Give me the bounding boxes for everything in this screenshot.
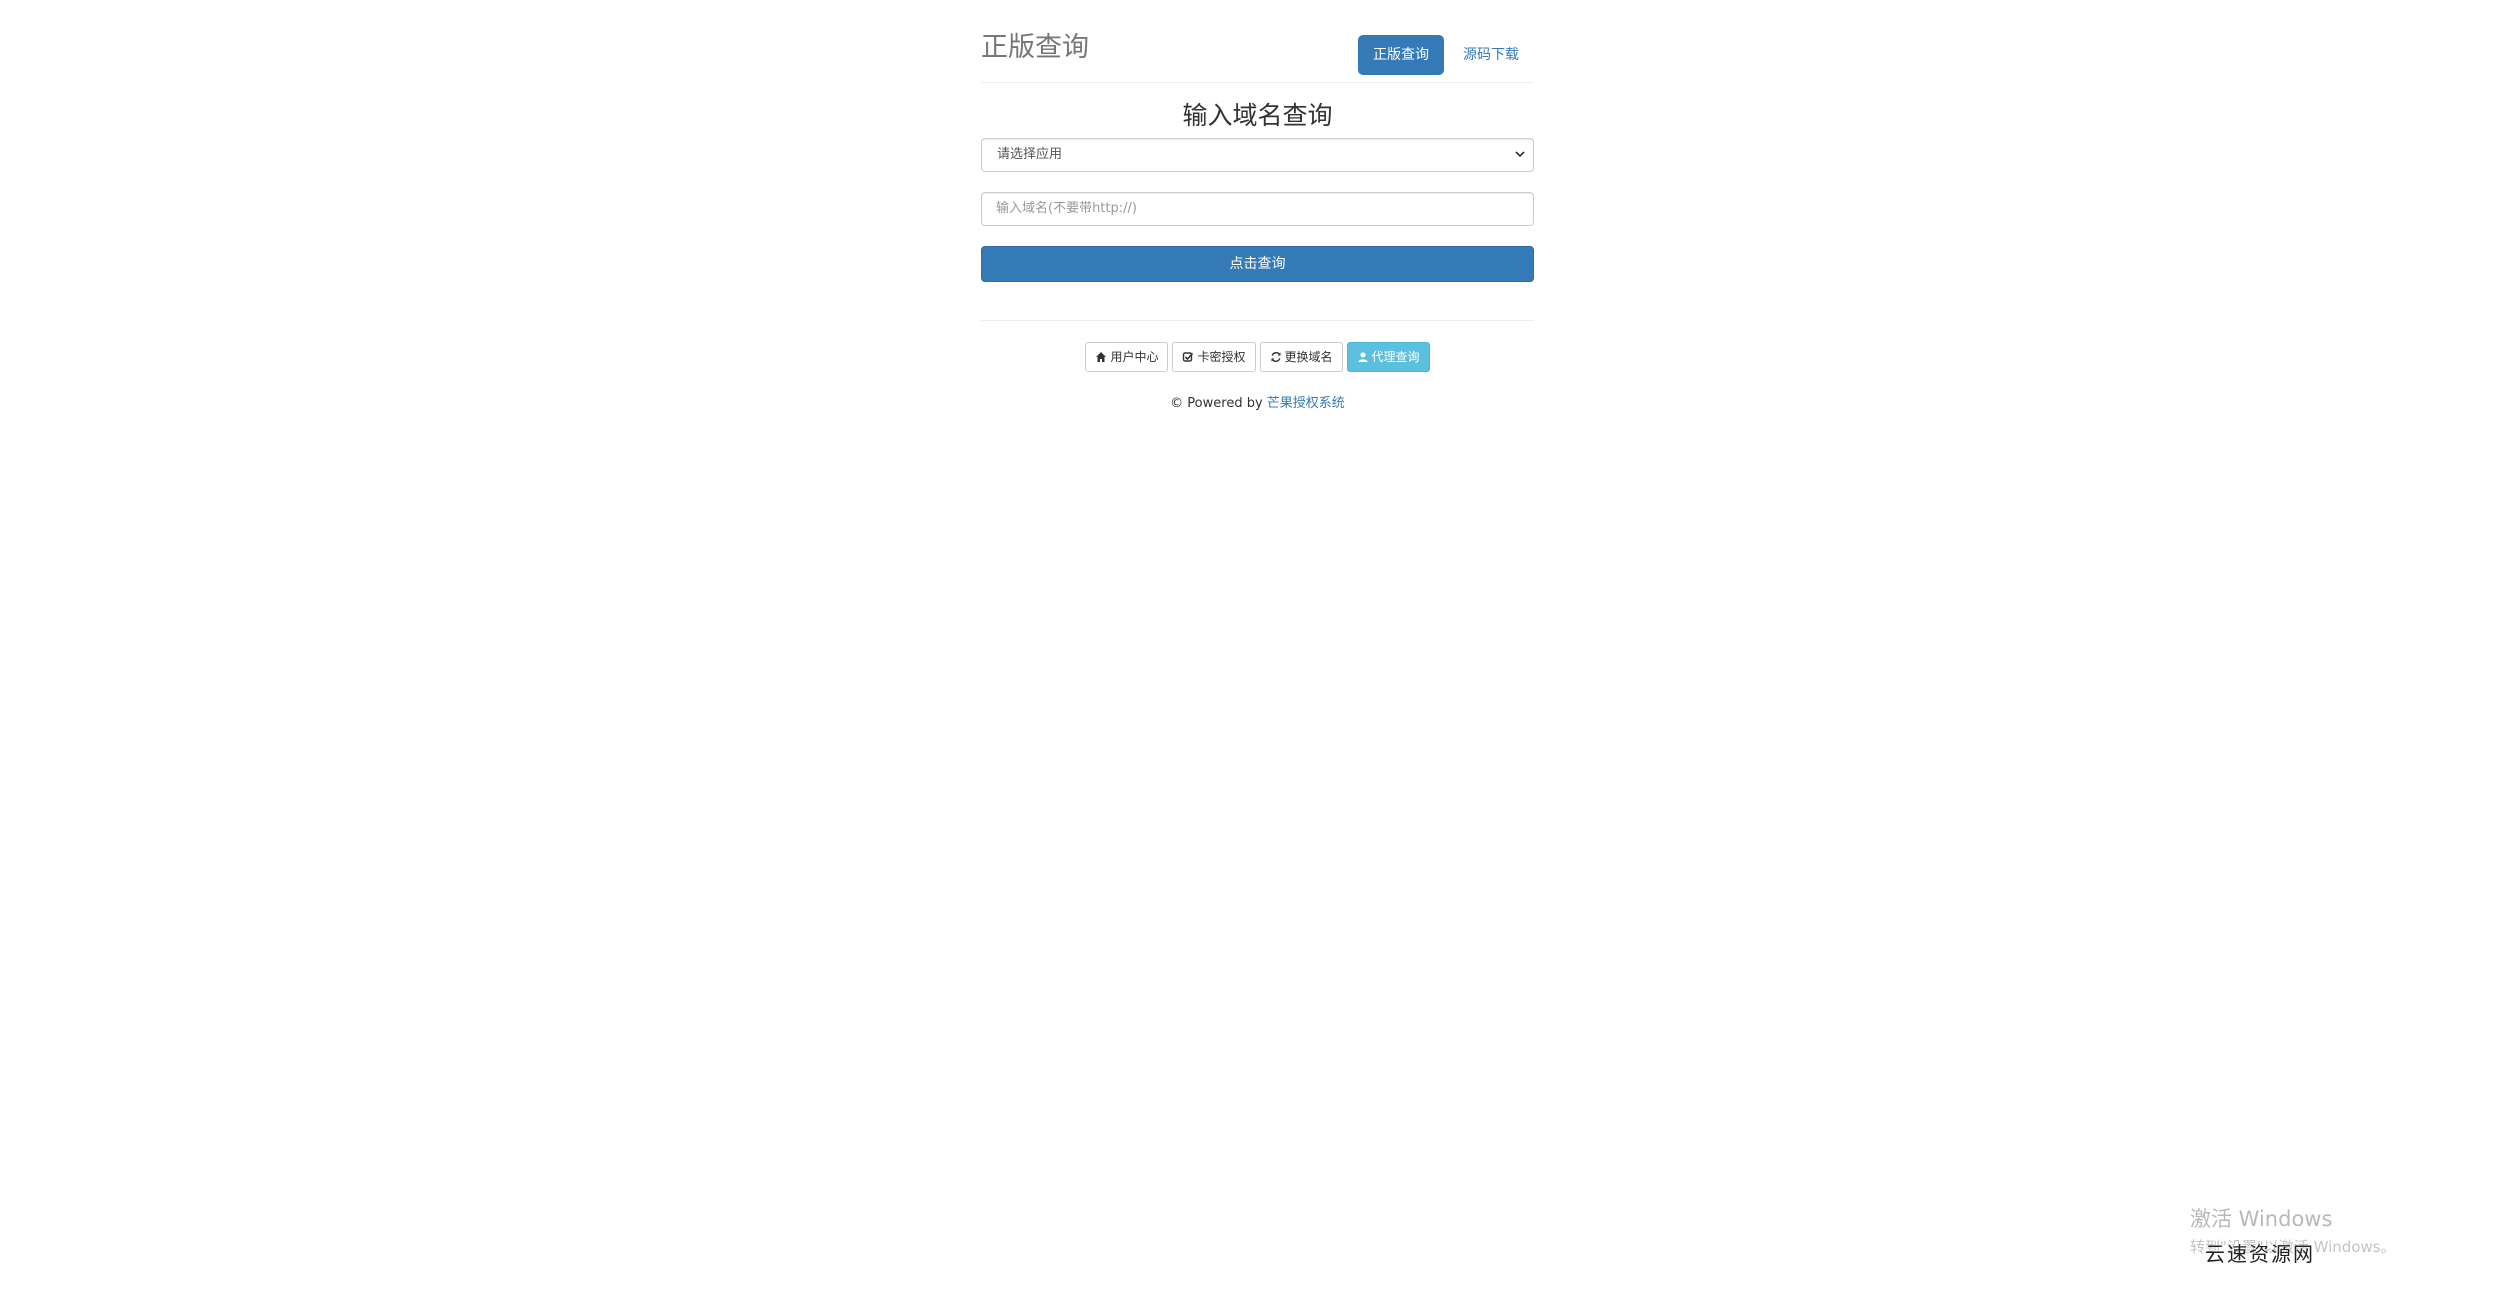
card-auth-button[interactable]: 卡密授权 [1172,342,1256,372]
app-select[interactable]: 请选择应用 [981,138,1534,172]
query-button[interactable]: 点击查询 [981,246,1534,282]
agent-query-label: 代理查询 [1371,350,1420,364]
user-center-label: 用户中心 [1110,350,1159,364]
agent-query-button[interactable]: 代理查询 [1346,342,1430,372]
page-container: 正版查询 正版查询 源码下载 输入域名查询 请选择应用 点击查询 用户中心 卡 [981,0,1534,411]
user-icon [1358,352,1368,362]
activate-windows-title: 激活 Windows [2190,1207,2333,1231]
brand-title: 正版查询 [981,32,1089,63]
check-square-icon [1183,352,1194,362]
domain-input[interactable] [994,200,1518,217]
site-watermark: 云速资源网 [2205,1242,2315,1266]
footer: © Powered by 芒果授权系统 [981,392,1534,411]
action-buttons: 用户中心 卡密授权 更换域名 代理查询 [981,342,1534,372]
chevron-down-icon [1515,151,1525,158]
home-icon [1096,352,1107,362]
domain-field[interactable] [981,192,1534,226]
footer-prefix: © Powered by [1170,396,1267,411]
user-center-button[interactable]: 用户中心 [1085,342,1169,372]
nav-source-download[interactable]: 源码下载 [1448,35,1534,75]
footer-link[interactable]: 芒果授权系统 [1267,396,1345,411]
refresh-icon [1270,352,1281,362]
top-nav: 正版查询 源码下载 [1358,35,1534,75]
divider [981,320,1534,321]
card-auth-label: 卡密授权 [1197,350,1246,364]
app-select-value: 请选择应用 [997,147,1063,162]
page-heading: 输入域名查询 [1182,101,1333,130]
change-domain-button[interactable]: 更换域名 [1259,342,1343,372]
change-domain-label: 更换域名 [1284,350,1333,364]
header: 正版查询 正版查询 源码下载 [981,0,1534,83]
nav-genuine-query[interactable]: 正版查询 [1358,35,1444,75]
